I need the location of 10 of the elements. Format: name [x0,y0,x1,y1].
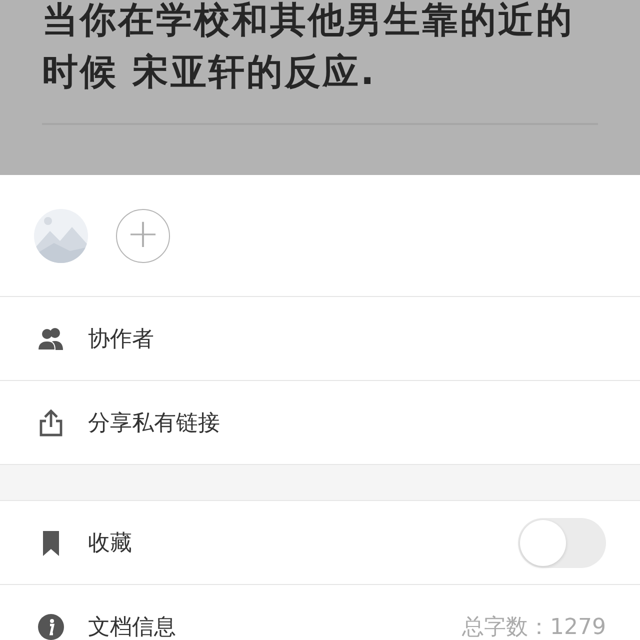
row-label: 分享私有链接 [88,410,221,438]
row-label: 协作者 [88,326,155,354]
menu-row[interactable]: 文档信息 总字数：1279 [0,585,640,640]
row-label: 文档信息 [88,614,177,640]
menu-row[interactable]: 收藏 [0,501,640,585]
toggle-switch[interactable] [518,518,606,568]
article-title: 当你在学校和其他男生靠的近的时候 宋亚轩的反应. [42,0,598,125]
menu-row[interactable]: 协作者 [0,297,640,381]
row-value: 总字数：1279 [462,614,606,640]
row-label: 收藏 [88,530,133,558]
